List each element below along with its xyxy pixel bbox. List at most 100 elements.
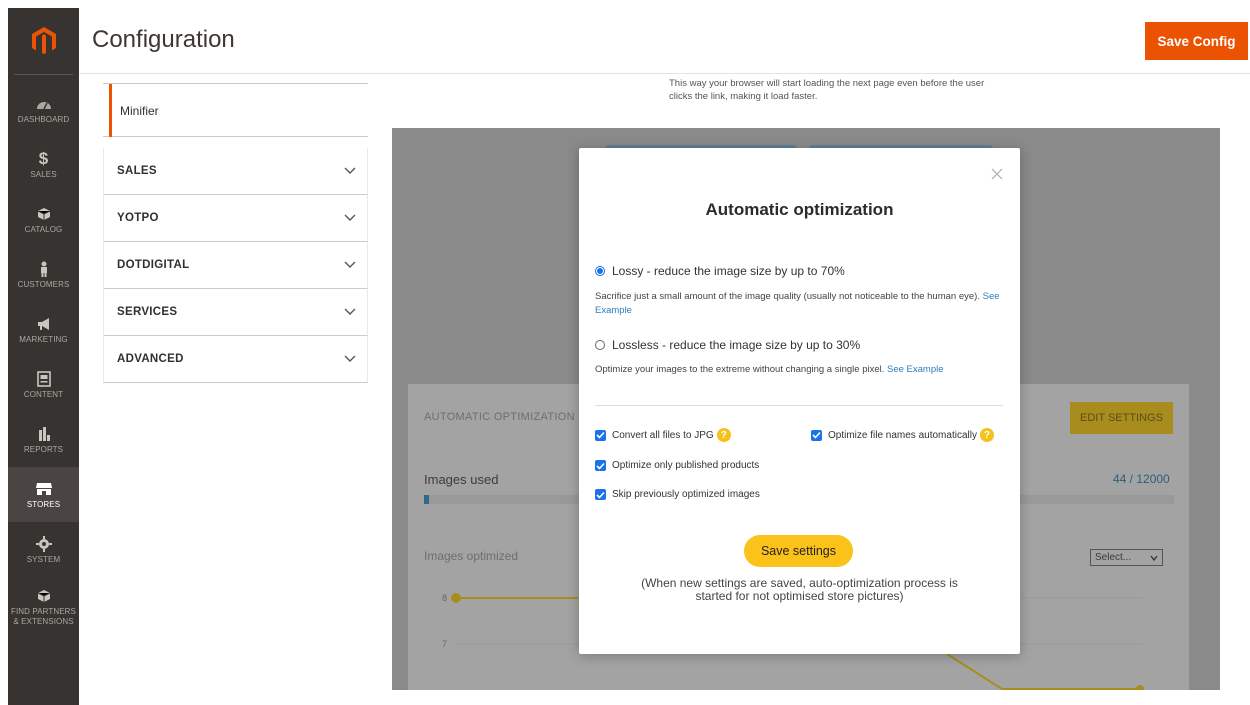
menu-system-label: SYSTEM	[26, 554, 61, 564]
checkbox-checked[interactable]	[811, 429, 822, 441]
tab-group-services-label: SERVICES	[117, 306, 178, 318]
published-only-checkbox[interactable]: Optimize only published products	[595, 460, 759, 471]
tab-group-advanced-label: ADVANCED	[117, 353, 184, 365]
menu-customers-label: CUSTOMERS	[17, 279, 70, 289]
gear-icon	[34, 535, 54, 553]
menu-dashboard[interactable]: DASHBOARD	[8, 82, 79, 137]
chevron-down-icon	[1150, 555, 1158, 561]
lossy-radio[interactable]	[595, 266, 605, 276]
lossless-radio[interactable]	[595, 340, 605, 350]
menu-reports-label: REPORTS	[23, 444, 64, 454]
save-config-button[interactable]: Save Config	[1145, 22, 1248, 60]
save-note: (When new settings are saved, auto-optim…	[609, 577, 990, 603]
menu-content[interactable]: CONTENT	[8, 357, 79, 412]
box-icon	[34, 205, 54, 223]
images-used-progress-fill	[424, 495, 429, 504]
menu-stores[interactable]: STORES	[8, 467, 79, 522]
tab-group-dotdigital-label: DOTDIGITAL	[117, 259, 190, 271]
menu-find-partners-label1: FIND PARTNERS	[10, 607, 76, 616]
chevron-down-icon	[344, 308, 356, 315]
active-tab-indicator	[109, 84, 112, 137]
auto-optimization-modal: Automatic optimization Lossy - reduce th…	[579, 148, 1020, 654]
lossy-option[interactable]: Lossy - reduce the image size by up to 7…	[595, 264, 845, 278]
lossless-description-text: Optimize your images to the extreme with…	[595, 364, 885, 375]
dashboard-icon	[34, 95, 54, 113]
person-icon	[34, 260, 54, 278]
checkbox-checked[interactable]	[595, 489, 606, 500]
admin-sidebar: DASHBOARD $ SALES CATALOG CUSTOMERS MARK…	[8, 8, 79, 705]
chevron-down-icon	[344, 261, 356, 268]
chart-series-line	[946, 653, 1003, 690]
tab-group-services[interactable]: SERVICES	[103, 289, 368, 336]
chart-point	[1136, 685, 1144, 690]
tabs-top-border	[103, 76, 368, 84]
images-optimized-label: Images optimized	[424, 549, 519, 563]
modal-divider	[595, 405, 1003, 406]
period-select: Select...	[1090, 549, 1163, 566]
lossless-description: Optimize your images to the extreme with…	[595, 363, 1000, 377]
optimize-filenames-checkbox[interactable]: Optimize file names automatically ?	[811, 428, 994, 442]
lossless-label: Lossless - reduce the image size by up t…	[612, 338, 861, 352]
content-icon	[34, 370, 54, 388]
lossy-description-text: Sacrifice just a small amount of the ima…	[595, 291, 980, 302]
field-description-line1: This way your browser will start loading…	[669, 78, 985, 89]
save-settings-button[interactable]: Save settings	[744, 535, 853, 567]
menu-reports[interactable]: REPORTS	[8, 412, 79, 467]
modal-title: Automatic optimization	[705, 200, 894, 219]
chart-point	[451, 593, 461, 603]
period-select-value: Select...	[1095, 552, 1132, 563]
lossless-see-example-link[interactable]: See Example	[887, 364, 944, 375]
field-description-line2: clicks the link, making it load faster.	[669, 91, 818, 102]
menu-marketing-label: MARKETING	[19, 334, 68, 344]
help-icon[interactable]: ?	[716, 428, 731, 442]
menu-catalog-label: CATALOG	[24, 224, 63, 234]
published-only-label: Optimize only published products	[612, 460, 760, 471]
page-title: Configuration	[92, 26, 235, 53]
tab-item-minifier[interactable]: Minifier	[103, 84, 368, 137]
lossy-description: Sacrifice just a small amount of the ima…	[595, 290, 1000, 318]
close-icon[interactable]	[991, 168, 1003, 180]
skip-optimized-checkbox[interactable]: Skip previously optimized images	[595, 489, 760, 500]
chevron-down-icon	[344, 214, 356, 221]
menu-dashboard-label: DASHBOARD	[17, 114, 70, 124]
chevron-down-icon	[344, 355, 356, 362]
menu-catalog[interactable]: CATALOG	[8, 192, 79, 247]
checkbox-checked[interactable]	[595, 460, 606, 471]
tab-group-yotpo-label: YOTPO	[117, 212, 159, 224]
menu-sales-label: SALES	[30, 169, 57, 179]
checkbox-checked[interactable]	[595, 429, 606, 441]
images-used-value: 44 / 12000	[1113, 472, 1170, 486]
skip-optimized-label: Skip previously optimized images	[612, 489, 760, 500]
chevron-down-icon	[344, 167, 356, 174]
menu-content-label: CONTENT	[23, 389, 64, 399]
store-icon	[34, 480, 54, 498]
tab-group-sales-label: SALES	[117, 165, 157, 177]
lossy-label: Lossy - reduce the image size by up to 7…	[612, 264, 845, 278]
menu-sales[interactable]: $ SALES	[8, 137, 79, 192]
menu-find-partners[interactable]: FIND PARTNERS & EXTENSIONS	[8, 577, 79, 637]
cube-icon	[34, 587, 54, 605]
save-note-line2: started for not optimised store pictures…	[695, 589, 904, 603]
field-description: This way your browser will start loading…	[669, 77, 1029, 103]
menu-marketing[interactable]: MARKETING	[8, 302, 79, 357]
menu-stores-label: STORES	[26, 499, 61, 509]
tab-group-advanced[interactable]: ADVANCED	[103, 336, 368, 383]
lossless-option[interactable]: Lossless - reduce the image size by up t…	[595, 338, 860, 352]
dollar-icon: $	[38, 148, 49, 168]
tab-group-sales[interactable]: SALES	[103, 148, 368, 195]
tab-item-minifier-label: Minifier	[120, 104, 159, 118]
menu-customers[interactable]: CUSTOMERS	[8, 247, 79, 302]
bar-chart-icon	[34, 425, 54, 443]
tab-group-dotdigital[interactable]: DOTDIGITAL	[103, 242, 368, 289]
images-used-label: Images used	[424, 472, 499, 487]
magento-logo[interactable]	[8, 8, 79, 74]
menu-find-partners-label2: & EXTENSIONS	[13, 617, 74, 626]
tab-group-yotpo[interactable]: YOTPO	[103, 195, 368, 242]
optimize-filenames-label: Optimize file names automatically	[828, 429, 977, 441]
header-divider	[80, 73, 1250, 74]
convert-jpg-checkbox[interactable]: Convert all files to JPG ?	[595, 428, 731, 442]
menu-system[interactable]: SYSTEM	[8, 522, 79, 577]
edit-settings-button: EDIT SETTINGS	[1070, 402, 1173, 434]
background-section-title: AUTOMATIC OPTIMIZATION	[424, 411, 575, 423]
help-icon[interactable]: ?	[979, 428, 994, 442]
